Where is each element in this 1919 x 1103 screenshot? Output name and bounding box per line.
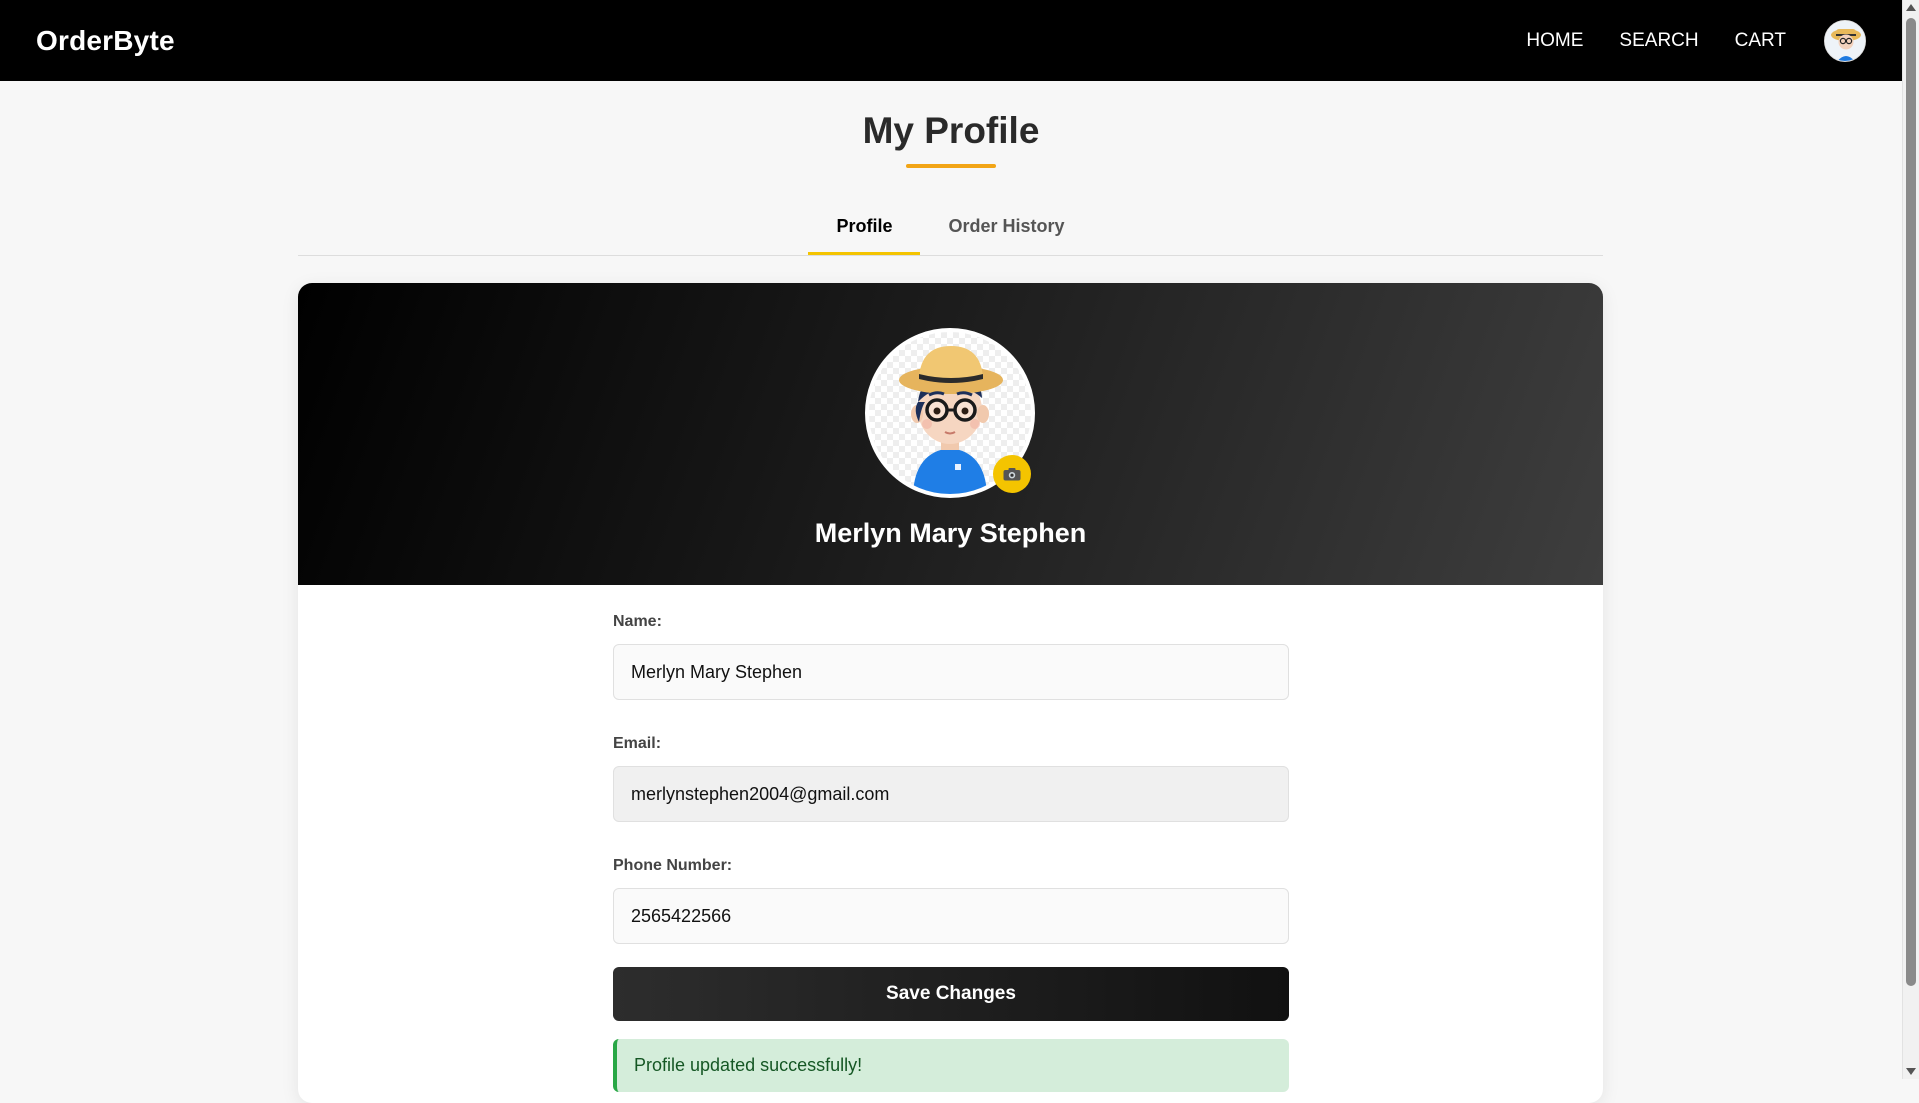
nav-cart-link[interactable]: CART xyxy=(1735,30,1786,52)
tab-order-history[interactable]: Order History xyxy=(920,206,1092,255)
tab-profile[interactable]: Profile xyxy=(808,206,921,255)
name-label: Name: xyxy=(613,613,662,630)
user-avatar[interactable] xyxy=(1824,19,1866,62)
profile-card: Merlyn Mary Stephen Name: Email: Phone N… xyxy=(298,283,1603,1103)
title-underline xyxy=(906,164,996,168)
name-field[interactable] xyxy=(613,644,1289,700)
nav-search-link[interactable]: SEARCH xyxy=(1619,30,1698,52)
page-title: My Profile xyxy=(862,110,1040,151)
brand-logo[interactable]: OrderByte xyxy=(36,25,175,57)
scroll-up-icon[interactable] xyxy=(1906,4,1916,11)
profile-tabs: Profile Order History xyxy=(298,206,1603,256)
scroll-down-icon[interactable] xyxy=(1906,1068,1916,1075)
phone-label: Phone Number: xyxy=(613,857,733,874)
avatar-icon xyxy=(1825,20,1865,61)
profile-display-name: Merlyn Mary Stephen xyxy=(814,518,1087,548)
scroll-thumb[interactable] xyxy=(1906,18,1916,986)
email-label: Email: xyxy=(613,735,662,752)
profile-avatar-wrapper xyxy=(865,328,1035,498)
phone-field[interactable] xyxy=(613,888,1289,944)
camera-icon xyxy=(1003,468,1021,481)
save-changes-button[interactable]: Save Changes xyxy=(613,967,1289,1021)
profile-form: Name: Email: Phone Number: Save Changes … xyxy=(613,613,1289,1092)
nav-links: HOME SEARCH CART xyxy=(1490,19,1866,62)
nav-home-link[interactable]: HOME xyxy=(1526,30,1583,52)
page-scrollbar[interactable] xyxy=(1902,0,1919,1079)
success-message: Profile updated successfully! xyxy=(634,1055,863,1075)
top-navbar: OrderByte HOME SEARCH CART xyxy=(0,0,1902,81)
email-field xyxy=(613,766,1289,822)
success-alert: Profile updated successfully! xyxy=(613,1039,1289,1092)
profile-header: Merlyn Mary Stephen xyxy=(298,283,1603,585)
change-photo-button[interactable] xyxy=(993,455,1031,493)
